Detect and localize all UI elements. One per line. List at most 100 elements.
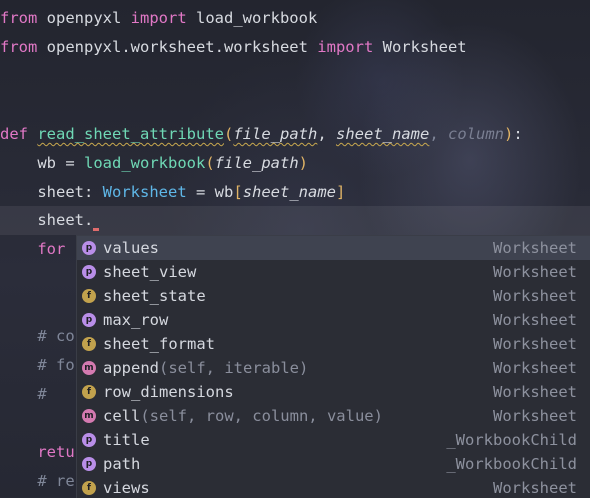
code-line-wb: wb = load_workbook(file_path) <box>0 149 308 178</box>
function-name: read_sheet_attribute <box>37 125 224 143</box>
completion-label: row_dimensions <box>103 380 234 404</box>
completion-name: row_dimensions <box>103 383 234 401</box>
code-line-comment: # <box>0 380 46 409</box>
completion-name: append <box>103 359 159 377</box>
completion-label: path <box>103 452 140 476</box>
argument: sheet_name <box>242 183 337 201</box>
completion-name: path <box>103 455 141 473</box>
bracket: ] <box>336 183 346 201</box>
completion-name: sheet_state <box>103 287 206 305</box>
completion-name: values <box>103 239 159 257</box>
completion-item[interactable]: m append(self, iterable) Worksheet <box>77 356 590 380</box>
paren: ( <box>205 154 215 172</box>
keyword: def <box>0 125 28 143</box>
completion-type: Worksheet <box>493 335 577 353</box>
comment: # fo <box>37 356 75 374</box>
param-sheet-name: sheet_name <box>336 125 430 143</box>
paren: ) <box>504 125 514 143</box>
property-icon: p <box>82 313 96 327</box>
property-icon: p <box>82 265 96 279</box>
code-line-for: for <box>0 235 65 264</box>
completion-label: sheet_view <box>103 260 196 284</box>
completion-type: Worksheet <box>493 287 577 305</box>
separator: , <box>429 125 448 143</box>
keyword: from <box>0 38 38 56</box>
completion-type: Worksheet <box>493 311 577 329</box>
module-name: openpyxl.worksheet.worksheet <box>37 38 318 56</box>
code-line-def: def read_sheet_attribute(file_path, shee… <box>0 120 523 149</box>
code-line-current[interactable]: sheet. <box>0 206 590 235</box>
completion-name: sheet_format <box>103 335 215 353</box>
completion-type: Worksheet <box>493 359 577 377</box>
code-line-return: retu <box>0 438 75 467</box>
autocomplete-popup[interactable]: p values Worksheet p sheet_view Worksheet f she… <box>76 235 590 498</box>
keyword: from <box>0 9 38 27</box>
code-line-comment: # fo <box>0 351 75 380</box>
variable: sheet <box>37 183 84 201</box>
code-line-sheet: sheet: Worksheet = wb[sheet_name] <box>0 178 345 207</box>
completion-item[interactable]: p title _WorkbookChild <box>77 428 590 452</box>
completion-name: max_row <box>103 311 169 329</box>
type-annotation: Worksheet <box>102 183 187 201</box>
completion-label: max_row <box>103 308 168 332</box>
completion-label: views <box>103 476 150 498</box>
completion-label: values <box>103 236 159 260</box>
comment: # co <box>37 327 75 345</box>
completion-item[interactable]: p values Worksheet <box>77 236 590 260</box>
paren: ) <box>298 154 309 172</box>
completion-type: Worksheet <box>493 479 577 497</box>
colon: : <box>84 183 103 201</box>
keyword: import <box>317 38 374 56</box>
module-name: openpyxl <box>37 9 131 27</box>
completion-item[interactable]: f sheet_format Worksheet <box>77 332 590 356</box>
import-name: Worksheet <box>373 38 467 56</box>
completion-label: append(self, iterable) <box>103 356 308 380</box>
completion-name: cell <box>103 407 141 425</box>
field-icon: f <box>82 289 96 303</box>
keyword: retu <box>37 443 75 461</box>
paren: ( <box>223 125 234 143</box>
code-line-2: from openpyxl.worksheet.worksheet import… <box>0 33 467 62</box>
completion-signature: (self, row, column, value) <box>140 407 383 425</box>
property-icon: p <box>82 433 96 447</box>
operator: = <box>56 154 84 172</box>
code-line-comment: # re <box>0 467 74 496</box>
keyword: import <box>130 9 187 27</box>
completion-type: Worksheet <box>493 383 577 401</box>
field-icon: f <box>82 385 96 399</box>
completion-name: title <box>103 431 150 449</box>
completion-item[interactable]: f views Worksheet <box>77 476 590 498</box>
typed-text: sheet. <box>37 211 94 229</box>
colon: : <box>513 125 523 143</box>
completion-name: views <box>103 479 150 497</box>
param-column: column <box>448 125 504 143</box>
function-call: load_workbook <box>84 154 206 172</box>
completion-item[interactable]: f sheet_state Worksheet <box>77 284 590 308</box>
completion-type: Worksheet <box>493 239 577 257</box>
completion-label: title <box>103 428 150 452</box>
operator: = wb <box>186 183 234 201</box>
separator: , <box>317 125 336 143</box>
completion-item[interactable]: f row_dimensions Worksheet <box>77 380 590 404</box>
completion-type: Worksheet <box>493 407 577 425</box>
completion-item[interactable]: p max_row Worksheet <box>77 308 590 332</box>
field-icon: f <box>82 337 96 351</box>
code-line-comment: # co <box>0 322 75 351</box>
completion-label: cell(self, row, column, value) <box>103 404 383 428</box>
completion-item[interactable]: m cell(self, row, column, value) Worksheet <box>77 404 590 428</box>
property-icon: p <box>82 457 96 471</box>
completion-item[interactable]: p path _WorkbookChild <box>77 452 590 476</box>
field-icon: f <box>82 481 96 495</box>
completion-label: sheet_format <box>103 332 215 356</box>
method-icon: m <box>82 361 96 375</box>
completion-name: sheet_view <box>103 263 197 281</box>
completion-item[interactable]: p sheet_view Worksheet <box>77 260 590 284</box>
import-name: load_workbook <box>186 9 318 27</box>
argument: file_path <box>214 154 299 172</box>
